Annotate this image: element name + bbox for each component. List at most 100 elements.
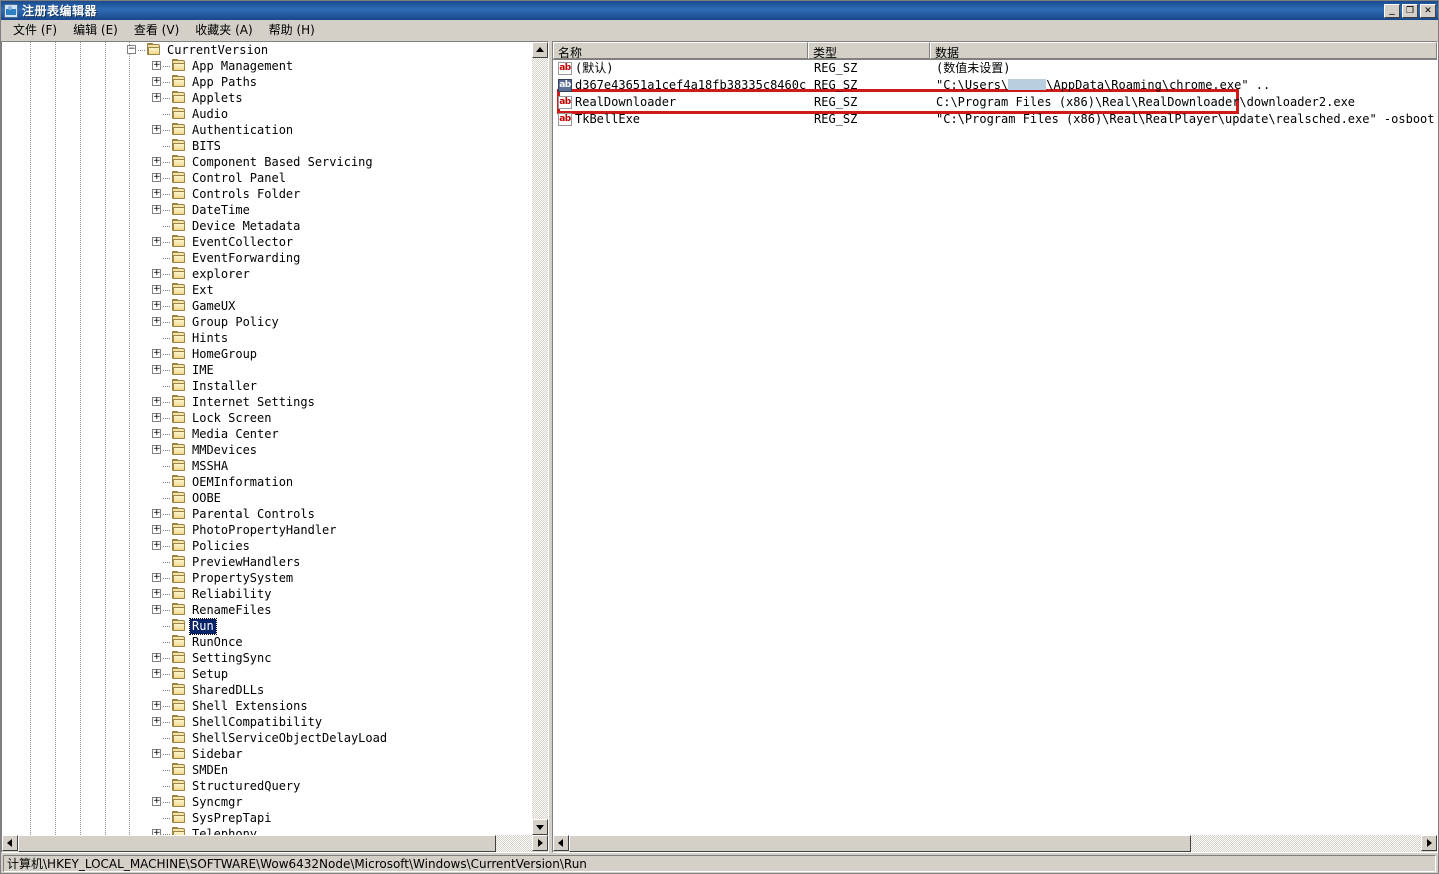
tree-node[interactable]: + Shell Extensions	[2, 698, 532, 714]
tree-node[interactable]: + Media Center	[2, 426, 532, 442]
menu-help[interactable]: 帮助 (H)	[261, 19, 323, 41]
tree-node[interactable]: + Authentication	[2, 122, 532, 138]
expand-icon[interactable]: +	[152, 189, 161, 198]
expand-icon[interactable]: +	[152, 429, 161, 438]
expand-icon[interactable]: +	[152, 797, 161, 806]
values-horizontal-scroll-track[interactable]	[569, 835, 1421, 852]
expand-icon[interactable]: +	[152, 573, 161, 582]
expand-icon[interactable]: +	[152, 285, 161, 294]
expand-icon[interactable]: +	[152, 605, 161, 614]
expand-icon[interactable]: +	[152, 173, 161, 182]
expand-icon[interactable]: +	[152, 701, 161, 710]
values-horizontal-scroll-thumb[interactable]	[569, 835, 1191, 852]
menu-view[interactable]: 查看 (V)	[126, 19, 187, 41]
tree-node[interactable]: + HomeGroup	[2, 346, 532, 362]
tree-node[interactable]: + Telephony	[2, 826, 532, 835]
expand-icon[interactable]: +	[152, 717, 161, 726]
expand-icon[interactable]: +	[152, 301, 161, 310]
tree-node[interactable]: + explorer	[2, 266, 532, 282]
expand-icon[interactable]: +	[152, 61, 161, 70]
tree-node[interactable]: + Policies	[2, 538, 532, 554]
expand-icon[interactable]: +	[152, 93, 161, 102]
menu-favorites[interactable]: 收藏夹 (A)	[187, 19, 260, 41]
column-name[interactable]: 名称	[553, 42, 808, 59]
tree-node[interactable]: Installer	[2, 378, 532, 394]
expand-icon[interactable]: +	[152, 317, 161, 326]
tree-node[interactable]: + PropertySystem	[2, 570, 532, 586]
table-row[interactable]: ab RealDownloader REG_SZ C:\Program Files (…	[553, 94, 1437, 111]
tree-node[interactable]: + App Management	[2, 58, 532, 74]
tree-scroll-up-button[interactable]	[532, 42, 548, 58]
expand-icon[interactable]: +	[152, 413, 161, 422]
tree-node[interactable]: OEMInformation	[2, 474, 532, 490]
tree-scroll-down-button[interactable]	[532, 819, 548, 835]
tree-node[interactable]: RunOnce	[2, 634, 532, 650]
menu-file[interactable]: 文件 (F)	[5, 19, 65, 41]
tree-node[interactable]: + Group Policy	[2, 314, 532, 330]
tree-node[interactable]: + Internet Settings	[2, 394, 532, 410]
expand-icon[interactable]: +	[152, 397, 161, 406]
table-row[interactable]: ab (默认) REG_SZ (数值未设置)	[553, 60, 1437, 77]
expand-icon[interactable]: +	[152, 237, 161, 246]
expand-icon[interactable]: +	[152, 589, 161, 598]
tree-vertical-scroll-track[interactable]	[532, 58, 548, 819]
tree-node[interactable]: StructuredQuery	[2, 778, 532, 794]
tree-node[interactable]: BITS	[2, 138, 532, 154]
title-bar[interactable]: 注册表编辑器 _ ❐ ✕	[1, 1, 1438, 20]
tree-node[interactable]: + SettingSync	[2, 650, 532, 666]
tree-node[interactable]: − CurrentVersion	[2, 42, 532, 58]
tree-node[interactable]: + Controls Folder	[2, 186, 532, 202]
tree-node[interactable]: + IME	[2, 362, 532, 378]
tree-viewport[interactable]: − CurrentVersion + App Management + App Paths…	[2, 42, 548, 835]
values-horizontal-scrollbar[interactable]	[553, 835, 1437, 852]
minimize-button[interactable]: _	[1384, 3, 1400, 18]
expand-icon[interactable]: +	[152, 749, 161, 758]
tree-node[interactable]: + GameUX	[2, 298, 532, 314]
tree-node[interactable]: + Sidebar	[2, 746, 532, 762]
menu-edit[interactable]: 编辑 (E)	[65, 19, 126, 41]
tree-node[interactable]: + Applets	[2, 90, 532, 106]
column-type[interactable]: 类型	[808, 42, 930, 59]
tree-node[interactable]: + Syncmgr	[2, 794, 532, 810]
tree-node[interactable]: ShellServiceObjectDelayLoad	[2, 730, 532, 746]
tree-node[interactable]: OOBE	[2, 490, 532, 506]
tree-node[interactable]: + ShellCompatibility	[2, 714, 532, 730]
tree-node[interactable]: EventForwarding	[2, 250, 532, 266]
tree-horizontal-scrollbar[interactable]	[2, 835, 548, 852]
tree-scroll-left-button[interactable]	[2, 835, 18, 851]
table-row[interactable]: ab TkBellExe REG_SZ "C:\Program Files (x86)…	[553, 111, 1437, 128]
tree-node[interactable]: + Control Panel	[2, 170, 532, 186]
tree-node[interactable]: SysPrepTapi	[2, 810, 532, 826]
expand-icon[interactable]: +	[152, 157, 161, 166]
values-list[interactable]: ab (默认) REG_SZ (数值未设置) ab d367e43651a1cef4a18…	[553, 60, 1437, 835]
tree-scroll-right-button[interactable]	[532, 835, 548, 851]
tree-node[interactable]: + Lock Screen	[2, 410, 532, 426]
tree-node[interactable]: MSSHA	[2, 458, 532, 474]
tree-node[interactable]: + DateTime	[2, 202, 532, 218]
column-data[interactable]: 数据	[930, 42, 1437, 59]
expand-icon[interactable]: +	[152, 269, 161, 278]
table-row[interactable]: ab d367e43651a1cef4a18fb38335c8460c REG_SZ…	[553, 77, 1437, 94]
tree-node[interactable]: + PhotoPropertyHandler	[2, 522, 532, 538]
tree-node[interactable]: PreviewHandlers	[2, 554, 532, 570]
maximize-button[interactable]: ❐	[1402, 3, 1418, 18]
tree-node[interactable]: Audio	[2, 106, 532, 122]
expand-icon[interactable]: +	[152, 445, 161, 454]
tree-node-selected[interactable]: Run	[2, 617, 532, 635]
expand-icon[interactable]: +	[152, 525, 161, 534]
tree-node[interactable]: + RenameFiles	[2, 602, 532, 618]
tree-node[interactable]: Device Metadata	[2, 218, 532, 234]
expand-icon[interactable]: +	[152, 349, 161, 358]
values-scroll-right-button[interactable]	[1421, 835, 1437, 851]
expand-icon[interactable]: +	[152, 669, 161, 678]
tree-node[interactable]: + Setup	[2, 666, 532, 682]
tree-node[interactable]: SMDEn	[2, 762, 532, 778]
expand-icon[interactable]: +	[152, 125, 161, 134]
values-scroll-left-button[interactable]	[553, 835, 569, 851]
tree-horizontal-scroll-thumb[interactable]	[18, 835, 497, 852]
expand-icon[interactable]: +	[152, 509, 161, 518]
tree-vertical-scrollbar[interactable]	[532, 42, 548, 835]
expand-icon[interactable]: +	[152, 365, 161, 374]
tree-node[interactable]: + Component Based Servicing	[2, 154, 532, 170]
tree-node[interactable]: + App Paths	[2, 74, 532, 90]
